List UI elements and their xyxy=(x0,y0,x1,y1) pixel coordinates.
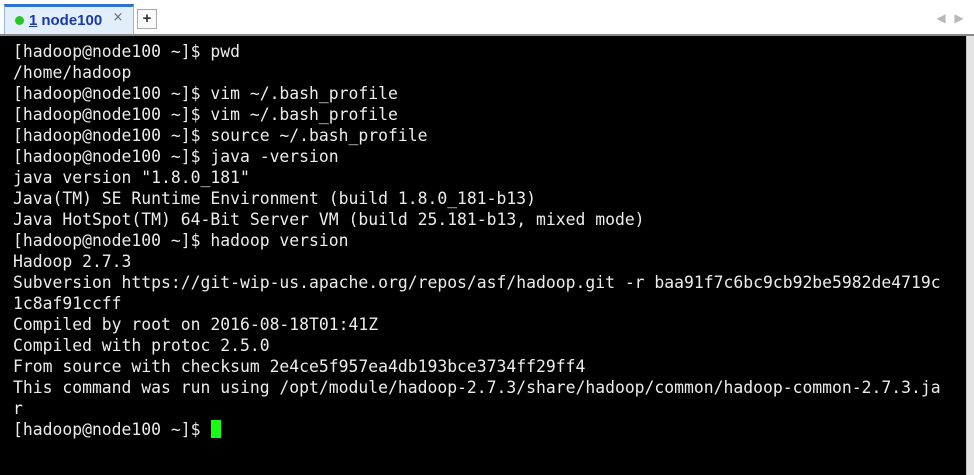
scroll-right-icon[interactable]: ▶ xyxy=(952,10,966,26)
terminal-line: Java(TM) SE Runtime Environment (build 1… xyxy=(13,189,537,208)
terminal-line: r xyxy=(13,399,23,418)
terminal-line: [hadoop@node100 ~]$ source ~/.bash_profi… xyxy=(13,126,428,145)
terminal-line: Hadoop 2.7.3 xyxy=(13,252,132,271)
terminal-line: [hadoop@node100 ~]$ java -version xyxy=(13,147,339,166)
terminal-line: [hadoop@node100 ~]$ pwd xyxy=(13,42,240,61)
terminal-prompt-line[interactable]: [hadoop@node100 ~]$ xyxy=(13,419,958,440)
terminal-line: Compiled with protoc 2.5.0 xyxy=(13,336,270,355)
terminal-line: [hadoop@node100 ~]$ hadoop version xyxy=(13,231,349,250)
terminal-line: This command was run using /opt/module/h… xyxy=(13,378,941,397)
close-tab-icon[interactable]: × xyxy=(111,11,125,25)
terminal-line: [hadoop@node100 ~]$ vim ~/.bash_profile xyxy=(13,105,398,124)
text-cursor xyxy=(211,420,222,438)
scroll-left-icon[interactable]: ◀ xyxy=(934,10,948,26)
terminal-line: Subversion https://git-wip-us.apache.org… xyxy=(13,273,941,292)
session-tab-node100[interactable]: 1 node100 × xyxy=(4,4,134,34)
session-tab-bar: 1 node100 × + ◀ ▶ xyxy=(0,0,974,36)
terminal-window[interactable]: [hadoop@node100 ~]$ pwd /home/hadoop [ha… xyxy=(0,36,974,475)
terminal-line: /home/hadoop xyxy=(13,63,132,82)
terminal-line: Java HotSpot(TM) 64-Bit Server VM (build… xyxy=(13,210,645,229)
terminal-output: [hadoop@node100 ~]$ pwd /home/hadoop [ha… xyxy=(13,41,958,440)
terminal-line: java version "1.8.0_181" xyxy=(13,168,250,187)
terminal-scrollbar[interactable] xyxy=(966,36,974,475)
terminal-line: 1c8af91ccff xyxy=(13,294,122,313)
tab-label: node100 xyxy=(41,12,103,29)
connection-status-icon xyxy=(15,16,24,25)
tab-number: 1 xyxy=(29,12,38,29)
terminal-line: Compiled by root on 2016-08-18T01:41Z xyxy=(13,315,379,334)
terminal-prompt: [hadoop@node100 ~]$ xyxy=(13,420,211,439)
new-tab-button[interactable]: + xyxy=(137,9,157,29)
terminal-line: From source with checksum 2e4ce5f957ea4d… xyxy=(13,357,586,376)
terminal-line: [hadoop@node100 ~]$ vim ~/.bash_profile xyxy=(13,84,398,103)
